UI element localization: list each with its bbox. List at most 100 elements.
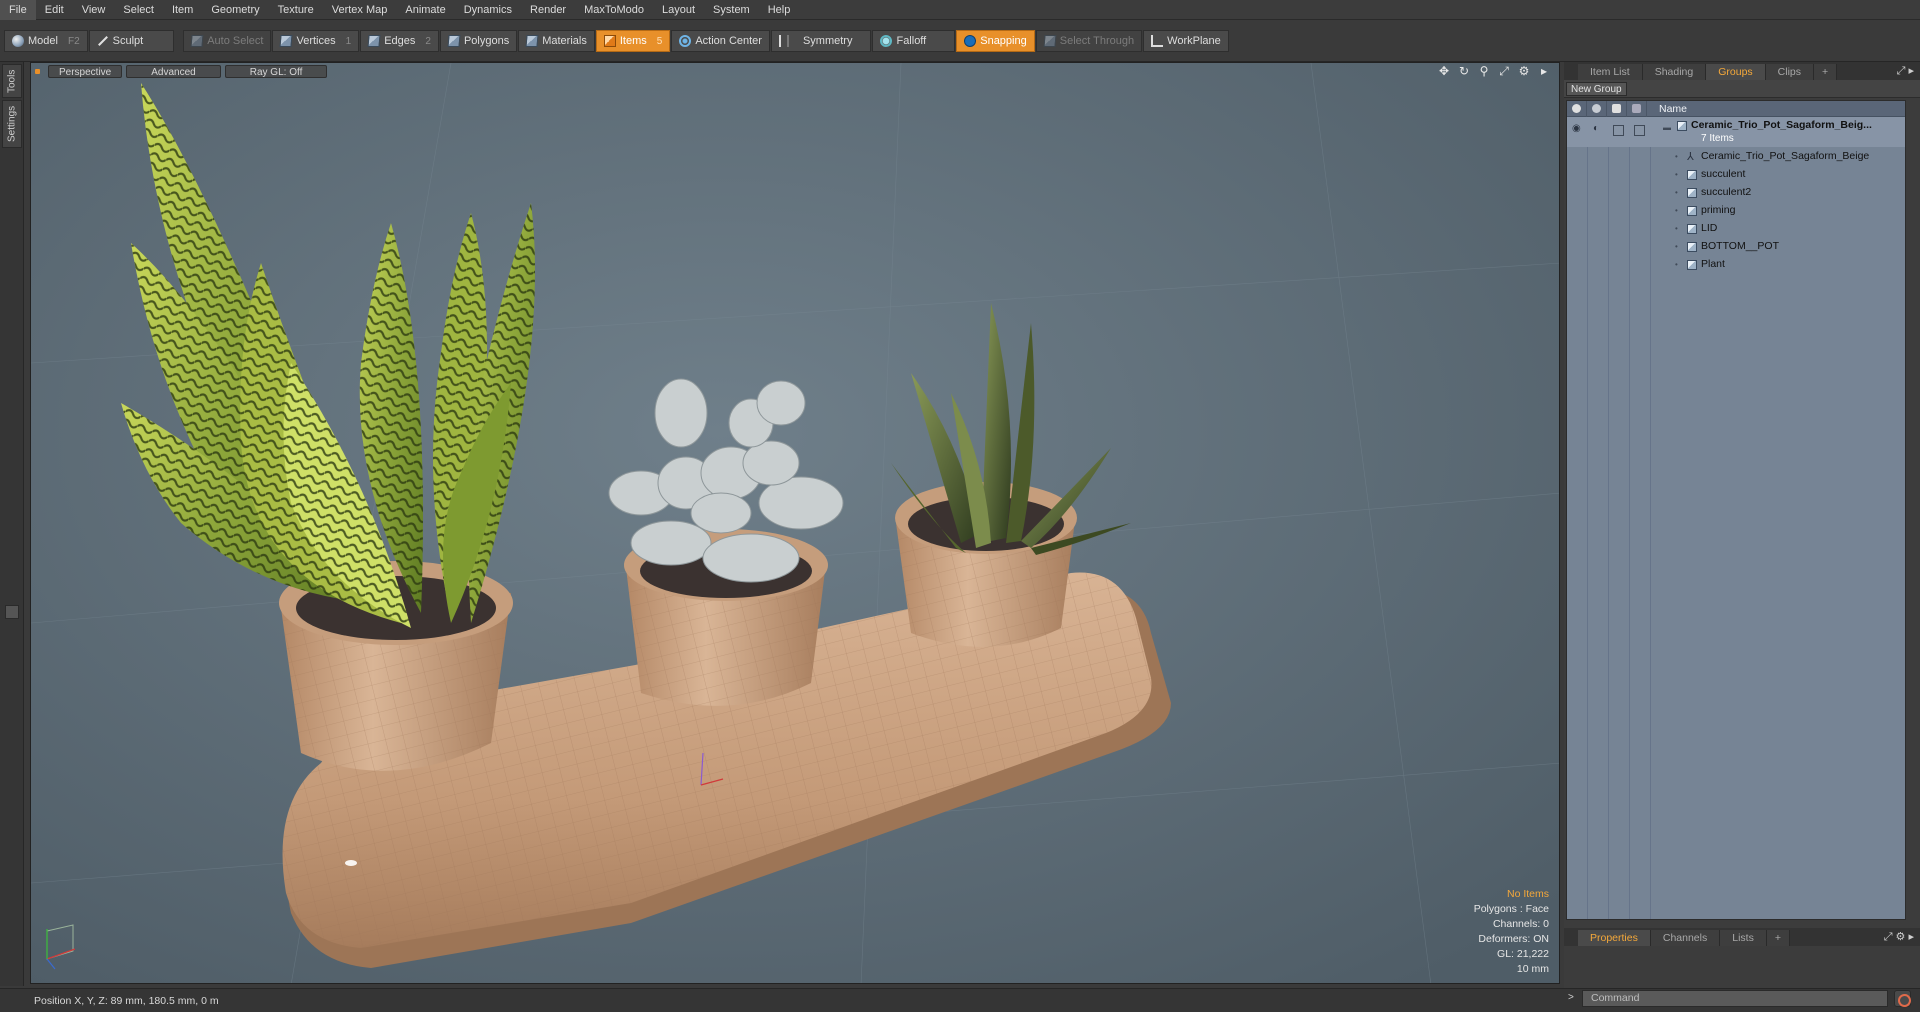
toolbar: Model F2 Sculpt Auto Select Vertices 1 E… xyxy=(0,21,1920,62)
name-column-header[interactable]: Name xyxy=(1647,103,1687,115)
menu-vertex-map[interactable]: Vertex Map xyxy=(323,0,397,20)
materials-icon xyxy=(525,35,539,47)
tab-groups[interactable]: Groups xyxy=(1706,64,1766,80)
right-panel: Item List Shading Groups Clips + ⤢ ▸ New… xyxy=(1564,62,1920,988)
action-center-button[interactable]: Action Center xyxy=(671,30,770,52)
command-history-arrow[interactable]: > xyxy=(1568,992,1574,1003)
edges-shortcut: 2 xyxy=(425,35,431,47)
maximize-icon[interactable]: ⤢ xyxy=(1497,65,1511,78)
menu-maxtomodo[interactable]: MaxToModo xyxy=(575,0,653,20)
new-group-button[interactable]: New Group xyxy=(1566,81,1627,96)
lock-checkbox[interactable] xyxy=(1613,125,1624,136)
snapping-button[interactable]: Snapping xyxy=(956,30,1035,52)
eye-icon[interactable]: ◉ xyxy=(1572,123,1581,134)
falloff-button[interactable]: Falloff xyxy=(872,30,956,52)
vertices-shortcut: 1 xyxy=(345,35,352,47)
view-mode-dropdown[interactable]: Perspective xyxy=(48,64,123,78)
menu-animate[interactable]: Animate xyxy=(396,0,454,20)
items-shortcut: 5 xyxy=(656,35,663,47)
menu-texture[interactable]: Texture xyxy=(269,0,323,20)
lock-column-icon[interactable] xyxy=(1607,100,1627,117)
render-toggle-icon[interactable]: ◐ xyxy=(1593,123,1599,134)
menu-geometry[interactable]: Geometry xyxy=(202,0,268,20)
tab-tools[interactable]: Tools xyxy=(2,64,22,98)
scene-render xyxy=(31,63,1559,983)
command-run-button[interactable] xyxy=(1894,990,1911,1007)
tab-item-list[interactable]: Item List xyxy=(1578,64,1643,80)
menu-view[interactable]: View xyxy=(73,0,115,20)
polygons-label: Polygons xyxy=(463,35,510,47)
polygons-button[interactable]: Polygons xyxy=(439,30,518,52)
tree-item-plant[interactable]: • Plant xyxy=(1567,256,1905,274)
tree-item-lid[interactable]: • LID xyxy=(1567,220,1905,238)
expand-icon[interactable]: ⤢ ▸ xyxy=(1897,64,1914,78)
panel-toggle-button[interactable] xyxy=(5,605,19,619)
groups-column-header: Name xyxy=(1567,100,1905,117)
menu-edit[interactable]: Edit xyxy=(36,0,73,20)
mesh-icon xyxy=(1687,224,1697,234)
shading-dropdown[interactable]: Advanced xyxy=(126,64,221,78)
raygl-toggle[interactable]: Ray GL: Off xyxy=(224,64,328,78)
auto-select-button[interactable]: Auto Select xyxy=(183,30,272,52)
auto-select-label: Auto Select xyxy=(207,35,264,47)
menu-help[interactable]: Help xyxy=(759,0,800,20)
rotate-icon[interactable]: ↻ xyxy=(1457,65,1471,78)
vertices-button[interactable]: Vertices 1 xyxy=(272,30,360,52)
zoom-icon[interactable]: ⚲ xyxy=(1477,65,1491,78)
branch-icon: • xyxy=(1675,242,1678,251)
model-button[interactable]: Model F2 xyxy=(4,30,88,52)
group-row[interactable]: ◉ ◐ ▬ Ceramic_Trio_Pot_Sagaform_Beig... … xyxy=(1567,117,1905,147)
materials-button[interactable]: Materials xyxy=(518,30,595,52)
model-shortcut: F2 xyxy=(67,35,80,47)
branch-icon: • xyxy=(1675,152,1678,161)
falloff-icon xyxy=(880,35,893,47)
branch-icon: • xyxy=(1675,260,1678,269)
tab-settings[interactable]: Settings xyxy=(2,100,22,148)
tab-lists[interactable]: Lists xyxy=(1720,930,1767,946)
workplane-button[interactable]: WorkPlane xyxy=(1143,30,1229,52)
select-through-button[interactable]: Select Through xyxy=(1035,30,1143,52)
menu-item[interactable]: Item xyxy=(163,0,202,20)
select-column-icon[interactable] xyxy=(1627,100,1647,117)
left-tab-strip: Tools Settings xyxy=(0,62,24,986)
3d-viewport[interactable]: Perspective Advanced Ray GL: Off ✥ ↻ ⚲ ⤢… xyxy=(30,62,1560,984)
vertices-label: Vertices xyxy=(296,35,336,47)
menu-file[interactable]: File xyxy=(0,0,36,20)
tree-item-succulent2[interactable]: • succulent2 xyxy=(1567,184,1905,202)
tab-shading[interactable]: Shading xyxy=(1642,64,1707,80)
menu-system[interactable]: System xyxy=(704,0,759,20)
visibility-column-icon[interactable] xyxy=(1567,100,1587,117)
gear-icon[interactable]: ⚙ xyxy=(1517,65,1531,78)
render-column-icon[interactable] xyxy=(1587,100,1607,117)
play-icon[interactable]: ▸ xyxy=(1537,65,1551,78)
cube-icon xyxy=(190,35,204,47)
tree-item-succulent[interactable]: • succulent xyxy=(1567,166,1905,184)
sculpt-button[interactable]: Sculpt xyxy=(88,30,175,52)
tab-clips[interactable]: Clips xyxy=(1765,64,1815,80)
symmetry-label: Symmetry xyxy=(802,35,853,47)
viewport-menu-handle[interactable] xyxy=(35,68,40,74)
symmetry-button[interactable]: Symmetry xyxy=(770,30,872,52)
select-checkbox[interactable] xyxy=(1634,125,1645,136)
properties-settings-icon[interactable]: ⤢ ⚙ ▸ xyxy=(1884,930,1914,944)
branch-icon: • xyxy=(1675,170,1678,179)
menu-layout[interactable]: Layout xyxy=(653,0,704,20)
tree-item-label: priming xyxy=(1701,204,1736,216)
tab-properties[interactable]: Properties xyxy=(1578,930,1651,946)
tree-item-ceramic[interactable]: • ⅄ Ceramic_Trio_Pot_Sagaform_Beige xyxy=(1567,148,1905,166)
add-tab-button[interactable]: + xyxy=(1814,64,1838,80)
command-input[interactable]: Command xyxy=(1582,990,1888,1007)
tree-item-bottom-pot[interactable]: • BOTTOM__POT xyxy=(1567,238,1905,256)
collapse-icon[interactable]: ▬ xyxy=(1663,123,1671,132)
menu-select[interactable]: Select xyxy=(114,0,163,20)
menu-dynamics[interactable]: Dynamics xyxy=(455,0,521,20)
brush-icon xyxy=(97,36,108,46)
menu-render[interactable]: Render xyxy=(521,0,575,20)
add-properties-tab-button[interactable]: + xyxy=(1766,930,1790,946)
branch-icon: • xyxy=(1675,206,1678,215)
edges-button[interactable]: Edges 2 xyxy=(360,30,439,52)
items-button[interactable]: Items 5 xyxy=(595,30,671,52)
tab-channels[interactable]: Channels xyxy=(1650,930,1721,946)
pan-icon[interactable]: ✥ xyxy=(1437,65,1451,78)
tree-item-priming[interactable]: • priming xyxy=(1567,202,1905,220)
